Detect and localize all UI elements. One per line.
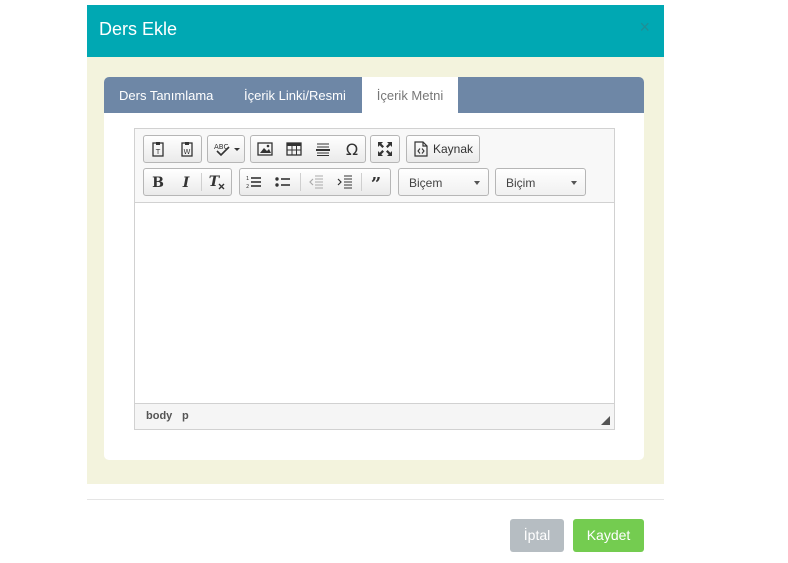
element-path-body[interactable]: body [146,410,172,422]
footer-divider [87,499,664,500]
resize-handle[interactable] [601,416,610,425]
tab-panel: Ders Tanımlama İçerik Linki/Resmi İçerik… [104,77,644,460]
svg-text:W: W [184,148,191,156]
paragraph-group: 1 2 ” [239,168,391,196]
toolbar-separator [201,173,202,191]
svg-text:T: T [155,148,161,156]
svg-text:2: 2 [246,184,249,189]
horizontal-line-button[interactable] [309,136,337,162]
save-button[interactable]: Kaydet [573,519,644,552]
tab-bar: Ders Tanımlama İçerik Linki/Resmi İçerik… [104,77,644,113]
editor-statusbar: body p [135,403,614,429]
svg-text:I: I [182,175,190,190]
editor-toolbar: T W ABC Ω Kaynak B I T 1 2 ” Biçem Biçim [135,129,614,203]
maximize-group [370,135,400,163]
rich-text-editor: T W ABC Ω Kaynak B I T 1 2 ” Biçem Biçim… [134,128,615,430]
bold-icon: B [152,175,164,190]
paste-text-icon: T [152,142,164,157]
source-group: Kaynak [406,135,480,163]
paste-word-button[interactable]: W [173,136,201,162]
maximize-button[interactable] [371,136,399,162]
svg-text:”: ” [371,175,381,189]
remove-format-icon: T [209,174,225,190]
spellcheck-button[interactable]: ABC [210,136,244,162]
indent-icon [337,175,352,189]
indent-button[interactable] [331,169,359,195]
outdent-button[interactable] [302,169,330,195]
tab-content-text[interactable]: İçerik Metni [362,77,458,113]
insert-group: Ω [250,135,366,163]
horizontal-line-icon [316,143,330,156]
italic-icon: I [182,175,190,190]
special-char-icon: Ω [346,141,358,157]
image-icon [257,142,273,156]
modal-header: Ders Ekle × [87,5,664,57]
spellcheck-icon: ABC [214,143,240,157]
numbered-list-button[interactable]: 1 2 [240,169,268,195]
tab-content-link[interactable]: İçerik Linki/Resmi [244,77,346,113]
format-dropdown[interactable]: Biçim [495,168,586,196]
spellcheck-group: ABC [207,135,245,163]
chevron-down-icon [474,181,480,185]
add-lesson-modal: Ders Ekle × Ders Tanımlama İçerik Linki/… [87,5,664,560]
outdent-icon [309,175,323,189]
cancel-button[interactable]: İptal [510,519,564,552]
svg-text:1: 1 [246,176,249,182]
clipboard-group: T W [143,135,202,163]
table-icon [286,142,302,156]
editor-content-area[interactable] [135,204,614,403]
chevron-down-icon [571,181,577,185]
element-path-p[interactable]: p [182,410,189,422]
bulleted-list-icon [275,177,290,187]
paste-text-button[interactable]: T [144,136,172,162]
svg-text:T: T [209,174,221,190]
table-button[interactable] [280,136,308,162]
source-label: Kaynak [433,142,474,156]
bulleted-list-button[interactable] [269,169,297,195]
bold-button[interactable]: B [144,169,172,195]
basic-styles-group: B I T [143,168,232,196]
source-button[interactable]: Kaynak [407,136,479,162]
modal-body: Ders Tanımlama İçerik Linki/Resmi İçerik… [87,57,664,484]
maximize-icon [378,142,392,156]
close-button[interactable]: × [639,18,650,36]
svg-text:B: B [152,175,164,190]
source-icon [414,141,428,157]
blockquote-icon: ” [371,175,381,189]
toolbar-separator [300,173,301,191]
styles-dropdown-label: Biçem [409,176,443,190]
paste-word-icon: W [181,142,193,157]
remove-format-button[interactable]: T [203,169,231,195]
modal-title: Ders Ekle [99,19,178,39]
svg-text:Ω: Ω [346,141,358,157]
italic-button[interactable]: I [172,169,200,195]
styles-dropdown[interactable]: Biçem [398,168,489,196]
blockquote-button[interactable]: ” [362,169,390,195]
numbered-list-icon: 1 2 [246,176,261,189]
special-char-button[interactable]: Ω [338,136,366,162]
format-dropdown-label: Biçim [506,176,536,190]
tab-lesson-definition[interactable]: Ders Tanımlama [119,77,213,113]
image-button[interactable] [251,136,279,162]
